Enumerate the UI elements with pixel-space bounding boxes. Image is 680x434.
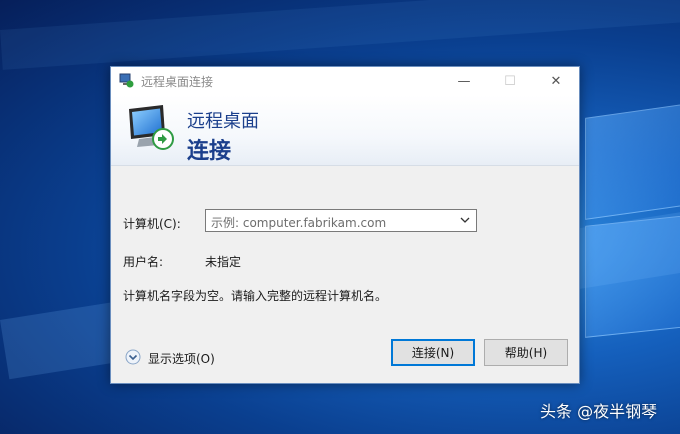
banner-subtitle: 连接 [187, 139, 232, 164]
monitor-icon [129, 105, 174, 150]
computer-label: 计算机(C): [123, 217, 181, 231]
show-options-link[interactable]: 显示选项(O) [148, 350, 215, 367]
validation-message: 计算机名字段为空。请输入完整的远程计算机名。 [123, 289, 388, 303]
maximize-button[interactable]: ☐ [487, 67, 533, 95]
username-label: 用户名: [123, 255, 164, 269]
computer-combobox[interactable]: 示例: computer.fabrikam.com [205, 209, 477, 232]
remote-desktop-dialog: 远程桌面连接 — ☐ ✕ 远程桌面 连接 计算机(C): 示例: compute… [110, 66, 580, 384]
username-value: 未指定 [205, 255, 242, 269]
connect-button[interactable]: 连接(N) [391, 339, 475, 366]
chevron-down-icon[interactable] [459, 214, 471, 226]
title-bar[interactable]: 远程桌面连接 — ☐ ✕ [111, 67, 579, 95]
help-button[interactable]: 帮助(H) [484, 339, 568, 366]
watermark-text: 头条 @夜半钢琴 [540, 402, 658, 421]
computer-input[interactable]: 示例: computer.fabrikam.com [211, 214, 386, 231]
remote-desktop-icon [119, 73, 134, 88]
minimize-button[interactable]: — [441, 67, 487, 95]
wallpaper-beam-top [0, 0, 680, 70]
window-title: 远程桌面连接 [141, 75, 214, 89]
dialog-banner: 远程桌面 连接 [111, 95, 579, 166]
wallpaper-pane-top [585, 102, 680, 220]
banner-title: 远程桌面 [187, 111, 259, 132]
close-button[interactable]: ✕ [533, 67, 579, 95]
expand-options-icon[interactable] [125, 349, 141, 365]
